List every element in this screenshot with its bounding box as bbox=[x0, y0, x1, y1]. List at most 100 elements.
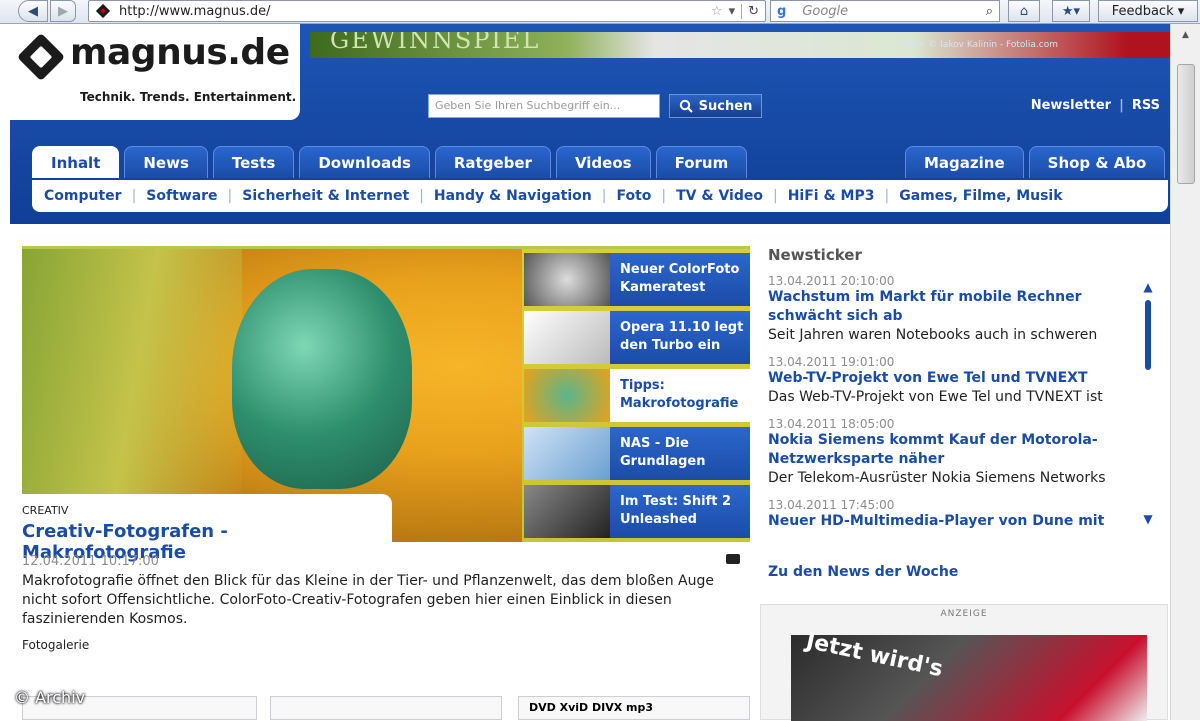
newsticker-heading: Newsticker bbox=[768, 246, 862, 264]
teaser-title: NAS - Die Grundlagen bbox=[610, 427, 750, 480]
subnav-separator: | bbox=[227, 188, 233, 204]
bookmarks-button[interactable]: ★▾ bbox=[1052, 0, 1090, 22]
news-snippet: Der Telekom-Ausrüster Nokia Siemens Netw… bbox=[768, 470, 1106, 486]
bottom-teaser[interactable]: DVD XviD DIVX mp3 bbox=[518, 696, 750, 720]
teaser-item[interactable]: Im Test: Shift 2 Unleashed bbox=[524, 485, 750, 538]
tab-inhalt[interactable]: Inhalt bbox=[32, 146, 120, 178]
subnav-separator: | bbox=[131, 188, 137, 204]
subnav-software[interactable]: Software bbox=[146, 188, 217, 204]
tab-news[interactable]: News bbox=[124, 146, 208, 178]
teaser-thumbnail bbox=[524, 253, 610, 306]
rss-link[interactable]: RSS bbox=[1132, 98, 1160, 113]
tab-tests[interactable]: Tests bbox=[212, 146, 295, 178]
tab-downloads[interactable]: Downloads bbox=[299, 146, 430, 178]
ad-headline: Jetzt wird's bbox=[803, 628, 945, 683]
teaser-item[interactable]: Neuer ColorFoto Kameratest bbox=[524, 253, 750, 306]
ticker-down-arrow-icon[interactable]: ▼ bbox=[1142, 512, 1154, 526]
news-date: 13.04.2011 19:01:00 bbox=[768, 355, 895, 369]
tab-forum[interactable]: Forum bbox=[655, 146, 748, 178]
ticker-scroll-thumb[interactable] bbox=[1145, 300, 1151, 370]
newsletter-link[interactable]: Newsletter bbox=[1031, 98, 1111, 113]
search-magnifier-icon[interactable]: ⌕ bbox=[986, 4, 993, 19]
news-title[interactable]: Wachstum im Markt für mobile Rechner sch… bbox=[768, 288, 1133, 326]
subnav-handy[interactable]: Handy & Navigation bbox=[434, 188, 592, 204]
web-page: GEWINNSPIEL Foto: © Iakov Kalinin - Foto… bbox=[0, 24, 1170, 721]
hero-date: 12.04.2011 10:17:00 bbox=[22, 554, 159, 569]
news-item[interactable]: 13.04.2011 20:10:00 Wachstum im Markt fü… bbox=[768, 274, 1133, 345]
news-title[interactable]: Nokia Siemens kommt Kauf der Motorola-Ne… bbox=[768, 431, 1133, 469]
forward-button[interactable]: ▶ bbox=[50, 0, 76, 22]
teaser-title: Neuer ColorFoto Kameratest bbox=[610, 253, 750, 306]
camera-icon[interactable] bbox=[726, 554, 740, 564]
news-snippet: Das Web-TV-Projekt von Ewe Tel und TVNEX… bbox=[768, 389, 1103, 405]
teaser-title: Tipps: Makrofotografie bbox=[610, 369, 750, 422]
scroll-thumb[interactable] bbox=[1177, 64, 1195, 184]
site-logo[interactable]: magnus.de Technik. Trends. Entertainment… bbox=[10, 24, 300, 120]
address-bar[interactable]: http://www.magnus.de/ ☆ ▾ ↻ bbox=[88, 0, 766, 22]
subnav-sicherheit[interactable]: Sicherheit & Internet bbox=[242, 188, 409, 204]
scroll-up-icon[interactable]: ▲ bbox=[1172, 26, 1200, 44]
teaser-title: Opera 11.10 legt den Turbo ein bbox=[610, 311, 750, 364]
url-text: http://www.magnus.de/ bbox=[119, 3, 271, 19]
news-item[interactable]: 13.04.2011 17:45:00 Neuer HD-Multimedia-… bbox=[768, 498, 1133, 536]
banner-text: GEWINNSPIEL bbox=[330, 32, 541, 54]
news-title[interactable]: Web-TV-Projekt von Ewe Tel und TVNEXT bbox=[768, 369, 1133, 388]
promo-banner[interactable]: GEWINNSPIEL Foto: © Iakov Kalinin - Foto… bbox=[310, 32, 1170, 58]
subnav-foto[interactable]: Foto bbox=[616, 188, 651, 204]
newsticker-scrollbar[interactable]: ▲ ▼ bbox=[1142, 280, 1154, 530]
teaser-title: Im Test: Shift 2 Unleashed bbox=[610, 485, 750, 538]
teaser-item[interactable]: Opera 11.10 legt den Turbo ein bbox=[524, 311, 750, 364]
bottom-teaser[interactable] bbox=[270, 696, 502, 720]
tab-ratgeber[interactable]: Ratgeber bbox=[434, 146, 551, 178]
news-item[interactable]: 13.04.2011 19:01:00 Web-TV-Projekt von E… bbox=[768, 355, 1133, 407]
subnav-tv-video[interactable]: TV & Video bbox=[676, 188, 763, 204]
hero-caption: CREATIV Creativ-Fotografen - Makrofotogr… bbox=[22, 494, 392, 563]
ticker-up-arrow-icon[interactable]: ▲ bbox=[1142, 280, 1154, 294]
web-search-field[interactable]: g Google ⌕ bbox=[770, 0, 1000, 22]
subnav-hifi[interactable]: HiFi & MP3 bbox=[788, 188, 875, 204]
site-search-input[interactable]: Geben Sie Ihren Suchbegriff ein... bbox=[428, 94, 660, 118]
home-icon: ⌂ bbox=[1019, 3, 1029, 19]
banner-credit: Foto: © Iakov Kalinin - Fotolia.com bbox=[902, 40, 1058, 50]
subnav-separator: | bbox=[419, 188, 424, 204]
feedback-label: Feedback bbox=[1111, 3, 1174, 19]
teaser-item[interactable]: NAS - Die Grundlagen bbox=[524, 427, 750, 480]
tab-magazine[interactable]: Magazine bbox=[905, 146, 1024, 178]
news-title[interactable]: Neuer HD-Multimedia-Player von Dune mit bbox=[768, 512, 1133, 531]
advertisement[interactable]: ANZEIGE Jetzt wird's bbox=[760, 604, 1168, 721]
teaser-item[interactable]: Tipps: Makrofotografie bbox=[524, 369, 750, 422]
teaser-thumbnail bbox=[524, 369, 610, 422]
news-snippet: Seit Jahren waren Notebooks auch in schw… bbox=[768, 327, 1098, 343]
hero-kicker: CREATIV bbox=[22, 504, 69, 517]
top-links: Newsletter | RSS bbox=[1031, 98, 1160, 113]
feedback-button[interactable]: Feedback ▾ bbox=[1098, 0, 1198, 22]
subnav-games[interactable]: Games, Filme, Musik bbox=[899, 188, 1062, 204]
back-button[interactable]: ◀ bbox=[18, 0, 48, 22]
page-scrollbar[interactable]: ▲ bbox=[1170, 24, 1200, 720]
teaser-thumbnail bbox=[524, 427, 610, 480]
teaser-thumbnail bbox=[524, 485, 610, 538]
subnav-separator: | bbox=[601, 188, 607, 204]
subnav-computer[interactable]: Computer bbox=[44, 188, 122, 204]
dropdown-icon[interactable]: ▾ bbox=[729, 4, 736, 19]
news-date: 13.04.2011 18:05:00 bbox=[768, 417, 895, 431]
reload-icon[interactable]: ↻ bbox=[741, 3, 765, 19]
browser-toolbar: ◀ ▶ http://www.magnus.de/ ☆ ▾ ↻ g Google… bbox=[0, 0, 1200, 24]
logo-tagline: Technik. Trends. Entertainment. bbox=[80, 90, 297, 104]
main-navigation: Inhalt News Tests Downloads Ratgeber Vid… bbox=[32, 146, 748, 178]
bookmark-star-icon[interactable]: ☆ bbox=[711, 4, 723, 19]
gallery-link[interactable]: Fotogalerie bbox=[22, 638, 89, 652]
teaser-thumbnail bbox=[524, 311, 610, 364]
week-news-link[interactable]: Zu den News der Woche bbox=[768, 564, 958, 580]
home-button[interactable]: ⌂ bbox=[1008, 0, 1040, 22]
subnav-separator: | bbox=[884, 188, 890, 204]
teaser-list: Neuer ColorFoto Kameratest Opera 11.10 l… bbox=[522, 249, 750, 542]
magnifier-icon bbox=[679, 99, 693, 113]
tab-videos[interactable]: Videos bbox=[555, 146, 651, 178]
site-search-button[interactable]: Suchen bbox=[669, 94, 762, 118]
logo-diamond-icon bbox=[16, 32, 66, 82]
news-item[interactable]: 13.04.2011 18:05:00 Nokia Siemens kommt … bbox=[768, 417, 1133, 488]
link-separator: | bbox=[1119, 98, 1124, 113]
tab-shop-abo[interactable]: Shop & Abo bbox=[1028, 146, 1166, 178]
bookmarks-icon: ★▾ bbox=[1061, 3, 1081, 19]
